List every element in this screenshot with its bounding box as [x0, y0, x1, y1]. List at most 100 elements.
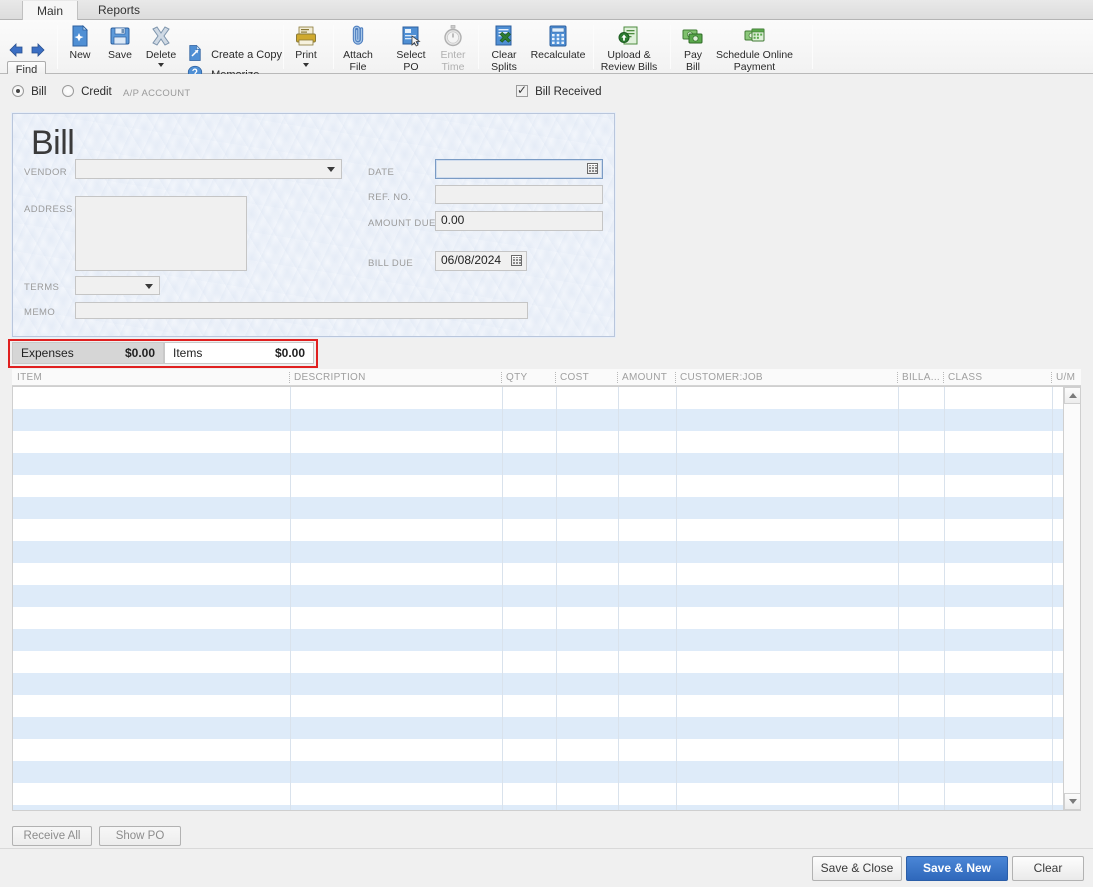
column-divider-cost[interactable]: [555, 372, 556, 383]
bill-radio-label: Bill: [31, 86, 47, 98]
table-row[interactable]: [13, 387, 1080, 409]
save-button[interactable]: Save: [100, 22, 140, 62]
upload-review-bills-button[interactable]: Upload & Review Bills: [592, 22, 666, 73]
memo-label: MEMO: [24, 307, 56, 318]
save-and-close-button[interactable]: Save & Close: [812, 856, 902, 881]
calendar-icon[interactable]: [511, 255, 522, 266]
scroll-down-button[interactable]: [1064, 793, 1080, 810]
bill-due-input[interactable]: 06/08/2024: [435, 251, 527, 271]
table-row[interactable]: [13, 607, 1080, 629]
select-po-button[interactable]: Select PO: [390, 22, 432, 73]
line-items-grid-body[interactable]: [12, 386, 1081, 811]
create-copy-icon: [189, 44, 201, 61]
table-row[interactable]: [13, 673, 1080, 695]
save-and-new-label: Save & New: [922, 861, 992, 875]
table-row[interactable]: [13, 409, 1080, 431]
column-header-customer_job[interactable]: CUSTOMER:JOB: [680, 369, 902, 386]
column-divider-customer_job[interactable]: [675, 372, 676, 383]
clear-button[interactable]: Clear: [1012, 856, 1084, 881]
column-header-billable[interactable]: BILLA...: [902, 369, 948, 386]
vendor-label: VENDOR: [24, 167, 68, 178]
new-button[interactable]: New: [62, 22, 98, 62]
column-divider-billable[interactable]: [897, 372, 898, 383]
vendor-input[interactable]: [75, 159, 342, 179]
table-row[interactable]: [13, 563, 1080, 585]
credit-radio[interactable]: Credit: [62, 85, 112, 98]
scroll-up-button[interactable]: [1064, 387, 1080, 404]
tab-expenses-label: Expenses: [21, 346, 74, 360]
table-row[interactable]: [13, 541, 1080, 563]
attach-file-button[interactable]: Attach File: [337, 22, 379, 73]
grid-vertical-scrollbar[interactable]: [1063, 387, 1080, 810]
tab-main[interactable]: Main: [22, 1, 79, 21]
show-po-label: Show PO: [115, 830, 165, 842]
table-row[interactable]: [13, 739, 1080, 761]
table-row[interactable]: [13, 805, 1080, 810]
tab-items[interactable]: Items $0.00: [164, 342, 314, 364]
column-header-um[interactable]: U/M: [1056, 369, 1086, 386]
table-row[interactable]: [13, 519, 1080, 541]
tab-reports[interactable]: Reports: [84, 0, 154, 20]
paperclip-icon: [352, 25, 364, 45]
grid-column-line-qty: [502, 387, 503, 810]
schedule-online-payment-button[interactable]: Schedule Online Payment: [701, 22, 808, 73]
column-divider-um[interactable]: [1051, 372, 1052, 383]
table-row[interactable]: [13, 475, 1080, 497]
table-row[interactable]: [13, 453, 1080, 475]
table-row[interactable]: [13, 651, 1080, 673]
terms-select[interactable]: [75, 276, 160, 295]
column-header-description[interactable]: DESCRIPTION: [294, 369, 506, 386]
show-po-button[interactable]: Show PO: [99, 826, 181, 846]
bill-radio[interactable]: Bill: [12, 85, 46, 98]
column-divider-description[interactable]: [289, 372, 290, 383]
table-row[interactable]: [13, 497, 1080, 519]
table-row[interactable]: [13, 585, 1080, 607]
bill-received-checkbox[interactable]: Bill Received: [516, 83, 602, 98]
receive-all-label: Receive All: [23, 830, 81, 842]
memo-input[interactable]: [75, 302, 528, 319]
select-po-button-label: Select PO: [396, 49, 426, 73]
recalculate-button[interactable]: Recalculate: [528, 22, 588, 62]
column-divider-amount[interactable]: [617, 372, 618, 383]
calendar-icon[interactable]: [587, 163, 598, 174]
forward-arrow-icon[interactable]: [30, 43, 46, 57]
receive-all-button[interactable]: Receive All: [12, 826, 92, 846]
column-header-item[interactable]: ITEM: [17, 369, 289, 386]
ref-no-label: REF. NO.: [368, 192, 412, 203]
table-row[interactable]: [13, 629, 1080, 651]
table-row[interactable]: [13, 431, 1080, 453]
print-button[interactable]: Print: [288, 22, 324, 67]
amount-due-input[interactable]: 0.00: [435, 211, 603, 231]
date-input[interactable]: [435, 159, 603, 179]
clear-splits-button[interactable]: Clear Splits: [482, 22, 526, 73]
table-row[interactable]: [13, 695, 1080, 717]
address-textarea[interactable]: [75, 196, 247, 271]
bill-radio-icon: [12, 85, 24, 97]
tab-main-label: Main: [37, 4, 64, 18]
credit-radio-icon: [62, 85, 74, 97]
attach-file-button-label: Attach File: [343, 49, 373, 73]
column-header-qty[interactable]: QTY: [506, 369, 560, 386]
print-dropdown-caret-icon[interactable]: [303, 62, 309, 67]
tab-items-label: Items: [173, 346, 203, 360]
new-document-icon: [72, 25, 88, 47]
table-row[interactable]: [13, 761, 1080, 783]
column-divider-class[interactable]: [943, 372, 944, 383]
ref-no-input[interactable]: [435, 185, 603, 204]
bill-received-check-icon: [516, 83, 528, 97]
save-and-new-button[interactable]: Save & New: [906, 856, 1008, 881]
tab-expenses[interactable]: Expenses $0.00: [12, 342, 164, 364]
column-header-cost[interactable]: COST: [560, 369, 622, 386]
main-ribbon-toolbar: Find New Save Delete Create a Copy Print…: [0, 20, 1093, 82]
back-arrow-icon[interactable]: [8, 43, 24, 57]
table-row[interactable]: [13, 717, 1080, 739]
delete-x-icon: [152, 26, 170, 46]
delete-dropdown-caret-icon[interactable]: [158, 62, 164, 67]
column-header-class[interactable]: CLASS: [948, 369, 1056, 386]
column-header-amount[interactable]: AMOUNT: [622, 369, 680, 386]
schedule-payment-icon: [744, 28, 764, 42]
column-divider-qty[interactable]: [501, 372, 502, 383]
create-a-copy-button[interactable]: Create a Copy: [186, 44, 282, 62]
table-row[interactable]: [13, 783, 1080, 805]
delete-button[interactable]: Delete: [140, 22, 182, 67]
